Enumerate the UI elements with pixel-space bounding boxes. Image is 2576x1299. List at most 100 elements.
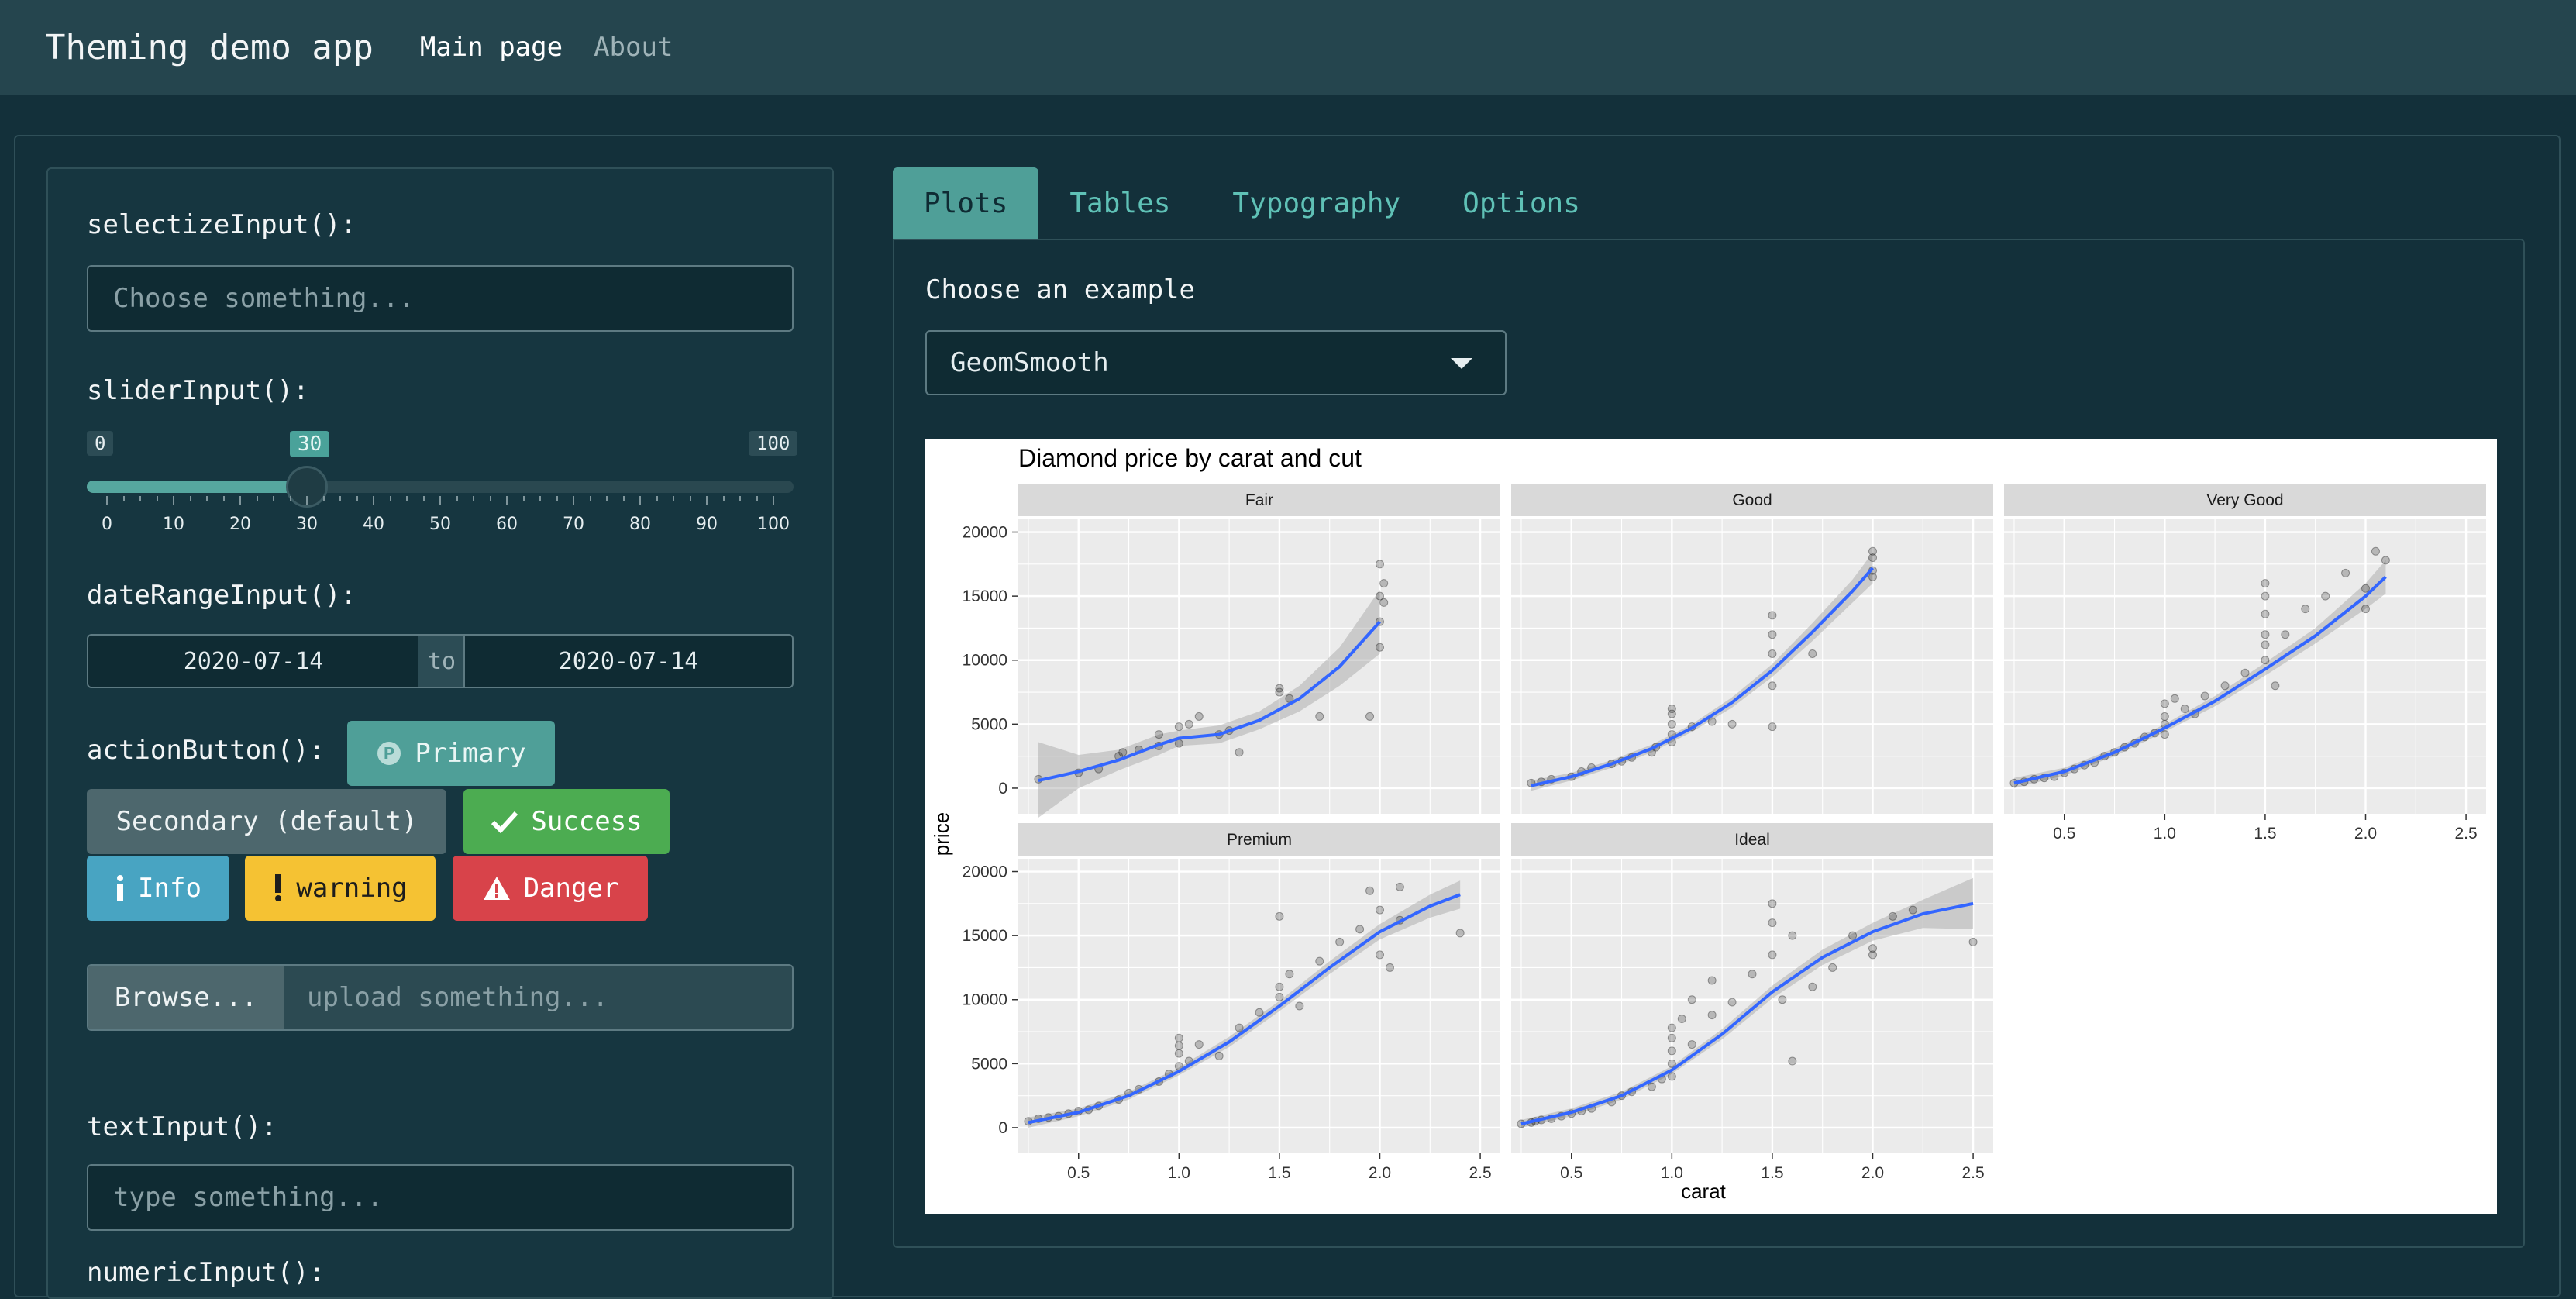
exclamation-icon: [275, 874, 282, 901]
browse-button[interactable]: Browse...: [88, 966, 284, 1029]
data-point: [2271, 681, 2280, 691]
facet-strip-label: Good: [1732, 491, 1772, 509]
data-point: [2160, 712, 2169, 721]
text-input[interactable]: type something...: [87, 1164, 794, 1231]
slider-tick: [522, 496, 525, 501]
data-point: [2281, 630, 2290, 639]
data-point: [1376, 643, 1384, 652]
x-tick-label: 1.0: [1168, 1164, 1190, 1182]
y-tick-label: 20000: [963, 524, 1007, 542]
tab-options[interactable]: Options: [1431, 167, 1611, 239]
slider-tick: [722, 496, 725, 501]
slider-tick: [773, 496, 774, 505]
text-input-label: textInput():: [87, 1111, 277, 1142]
data-point: [1768, 722, 1777, 732]
y-tick-label: 20000: [963, 863, 1007, 881]
slider-tick-label: 50: [429, 515, 451, 534]
data-point: [2200, 691, 2209, 701]
slider-tick: [339, 496, 341, 501]
data-point: [1315, 956, 1324, 966]
slider-tick: [556, 496, 558, 501]
data-point: [2220, 681, 2230, 691]
secondary-button[interactable]: Secondary (default): [87, 789, 446, 854]
data-point: [1748, 970, 1757, 979]
nav-link-main-page[interactable]: Main page: [420, 32, 563, 63]
tab-typography[interactable]: Typography: [1201, 167, 1431, 239]
y-tick-label: 10000: [963, 991, 1007, 1009]
example-select[interactable]: GeomSmooth: [925, 330, 1507, 395]
data-point: [1376, 950, 1384, 960]
diamond-price-chart: Diamond price by carat and cut carat price…: [930, 444, 2486, 1203]
slider-tick-label: 70: [563, 515, 584, 534]
slider-tick: [406, 496, 408, 501]
slider-tick: [222, 496, 225, 501]
data-point: [1768, 611, 1777, 620]
data-point: [1667, 1072, 1676, 1081]
slider-tick-label: 80: [629, 515, 651, 534]
data-point: [1365, 712, 1375, 721]
x-tick-label: 0.5: [1067, 1164, 1090, 1182]
data-point: [2261, 656, 2270, 665]
info-button[interactable]: Info: [87, 856, 229, 921]
slider-tick-label: 100: [757, 515, 790, 534]
app-brand[interactable]: Theming demo app: [45, 28, 374, 67]
chart-title: Diamond price by carat and cut: [1018, 444, 1362, 472]
data-point: [1275, 687, 1284, 697]
data-point: [1778, 995, 1787, 1004]
success-button[interactable]: Success: [463, 789, 670, 854]
date-start-input[interactable]: 2020-07-14: [87, 634, 420, 688]
primary-button[interactable]: P Primary: [347, 721, 555, 786]
tab-bar: Plots Tables Typography Options: [893, 167, 1611, 239]
data-point: [1214, 1051, 1224, 1060]
slider-tick: [739, 496, 741, 501]
data-point: [1727, 719, 1737, 729]
slider-tick-label: 60: [496, 515, 518, 534]
date-end-input[interactable]: 2020-07-14: [463, 634, 794, 688]
data-point: [1808, 649, 1817, 658]
x-axis-label: carat: [1681, 1180, 1727, 1203]
slider-tick: [106, 496, 108, 505]
slider-tick: [256, 496, 258, 501]
secondary-button-label: Secondary (default): [115, 806, 418, 837]
danger-button-label: Danger: [523, 873, 619, 904]
slider-tick: [539, 496, 541, 501]
data-point: [2180, 705, 2189, 714]
data-point: [1667, 1033, 1676, 1042]
data-point: [2341, 568, 2350, 577]
tab-tables[interactable]: Tables: [1038, 167, 1201, 239]
warning-button[interactable]: warning: [245, 856, 436, 921]
x-tick-label: 0.5: [2053, 825, 2075, 842]
slider-tick: [756, 496, 758, 501]
tab-plots[interactable]: Plots: [893, 167, 1039, 239]
date-range-label: dateRangeInput():: [87, 580, 356, 611]
success-button-label: Success: [531, 806, 642, 837]
data-point: [2261, 579, 2270, 588]
data-point: [1788, 1056, 1797, 1066]
warning-triangle-icon: [483, 877, 510, 900]
check-icon: [491, 811, 518, 833]
data-point: [1174, 722, 1183, 732]
y-tick-label: 0: [998, 1119, 1007, 1137]
data-point: [1868, 546, 1877, 556]
data-point: [1184, 719, 1193, 729]
facet-strip-label: Premium: [1227, 831, 1292, 849]
data-point: [2261, 630, 2270, 639]
x-tick-label: 2.5: [1961, 1164, 1984, 1182]
selectize-input[interactable]: Choose something...: [87, 265, 794, 332]
file-input: Browse... upload something...: [87, 964, 794, 1031]
data-point: [1768, 681, 1777, 691]
y-tick-label: 5000: [971, 715, 1007, 733]
data-point: [1194, 712, 1204, 721]
data-point: [1376, 560, 1384, 569]
slider-tick-label: 40: [363, 515, 384, 534]
data-point: [1667, 1046, 1676, 1056]
data-point: [1455, 929, 1465, 938]
data-point: [2261, 640, 2270, 650]
slider-tick: [289, 496, 291, 501]
file-name-field[interactable]: upload something...: [284, 966, 792, 1029]
data-point: [1808, 982, 1817, 991]
nav-link-about[interactable]: About: [594, 32, 673, 63]
plot-output: Diamond price by carat and cut carat price…: [925, 439, 2497, 1214]
data-point: [1788, 931, 1797, 940]
danger-button[interactable]: Danger: [453, 856, 648, 921]
